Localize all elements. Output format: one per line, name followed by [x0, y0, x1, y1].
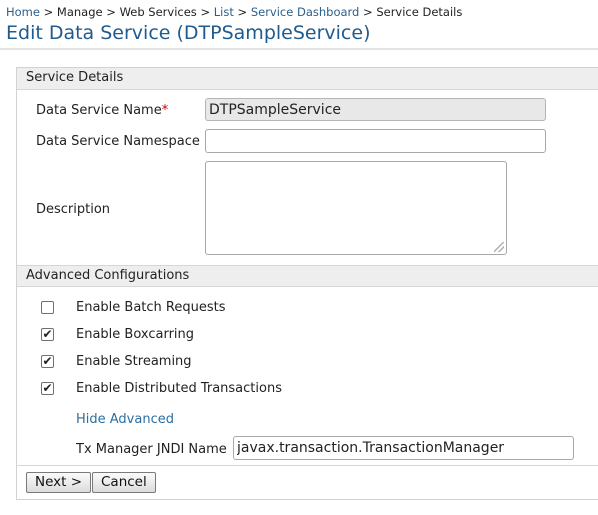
description-label: Description	[36, 202, 111, 217]
checkmark-icon: ✔	[42, 354, 53, 368]
breadcrumb-web-services: Web Services	[119, 5, 197, 19]
option-label: Enable Distributed Transactions	[76, 381, 282, 396]
data-service-name-field[interactable]	[205, 98, 546, 121]
data-service-name-label-text: Data Service Name	[36, 103, 162, 118]
service-form-panel: Service Details Data Service Name* Data …	[16, 67, 598, 500]
hide-advanced-link[interactable]: Hide Advanced	[76, 412, 174, 427]
tx-manager-jndi-field[interactable]	[233, 436, 574, 460]
resize-grip-icon[interactable]	[494, 242, 504, 252]
option-checkbox[interactable]	[41, 301, 54, 314]
data-service-namespace-label: Data Service Namespace	[36, 134, 200, 149]
option-label: Enable Batch Requests	[76, 300, 226, 315]
breadcrumb-list-link[interactable]: List	[214, 5, 234, 19]
breadcrumb-current: Service Details	[376, 5, 463, 19]
breadcrumb-separator: >	[237, 5, 248, 19]
option-label: Enable Boxcarring	[76, 327, 195, 342]
option-checkbox[interactable]: ✔	[41, 355, 54, 368]
option-checkbox[interactable]: ✔	[41, 328, 54, 341]
service-details-header: Service Details	[17, 68, 598, 90]
breadcrumb-service-dashboard-link[interactable]: Service Dashboard	[251, 5, 360, 19]
breadcrumb-separator: >	[200, 5, 211, 19]
checkmark-icon: ✔	[42, 327, 53, 341]
breadcrumb-separator: >	[363, 5, 373, 19]
checkmark-icon: ✔	[42, 381, 53, 395]
page-title: Edit Data Service (DTPSampleService)	[6, 22, 371, 44]
advanced-configurations-header: Advanced Configurations	[17, 265, 598, 287]
required-mark: *	[161, 103, 169, 118]
option-checkbox[interactable]: ✔	[41, 382, 54, 395]
breadcrumb-manage: Manage	[56, 5, 103, 19]
breadcrumb-separator: >	[106, 5, 116, 19]
title-divider	[0, 48, 598, 50]
breadcrumb-home-link[interactable]: Home	[6, 5, 40, 19]
data-service-name-label: Data Service Name*	[36, 103, 168, 118]
breadcrumb-separator: >	[43, 5, 54, 19]
form-bottom-divider	[16, 465, 598, 466]
description-textarea[interactable]	[205, 161, 507, 255]
option-label: Enable Streaming	[76, 354, 192, 369]
data-service-namespace-field[interactable]	[205, 129, 546, 153]
breadcrumb: Home > Manage > Web Services > List > Se…	[6, 5, 462, 19]
cancel-button[interactable]: Cancel	[92, 472, 156, 493]
next-button[interactable]: Next >	[26, 472, 92, 493]
tx-manager-jndi-label: Tx Manager JNDI Name	[76, 442, 227, 457]
